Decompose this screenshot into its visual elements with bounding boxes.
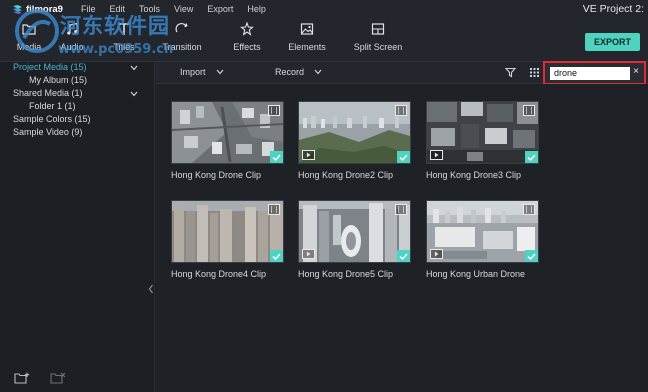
menu-edit[interactable]: Edit [109,4,125,14]
image-icon [300,23,314,35]
menu-help[interactable]: Help [247,4,266,14]
record-dropdown[interactable]: Record [275,67,322,77]
clip-label: Hong Kong Drone3 Clip [426,170,522,180]
text-t-icon [119,23,129,35]
clip-thumbnail[interactable] [298,200,411,263]
tab-elements-label: Elements [288,42,326,52]
video-clip-icon [523,105,535,116]
record-label: Record [275,67,305,77]
menu-file[interactable]: File [81,4,96,14]
menu-bar: File Edit Tools View Export Help [81,4,280,14]
chevron-down-icon [314,69,322,75]
urban-skyline-thumbnail [427,201,538,262]
tab-transition-label: Transition [162,42,202,52]
video-clip-icon [268,204,280,215]
used-checkmark-icon [525,151,538,163]
play-icon [430,150,443,160]
tab-split-screen-label: Split Screen [353,42,403,52]
search-box: × [543,61,646,85]
clip-label: Hong Kong Drone Clip [171,170,262,180]
sidebar-item-folder-1[interactable]: Folder 1 (1) [29,101,76,111]
media-clip[interactable]: Hong Kong Drone Clip [171,101,284,180]
tab-elements[interactable]: Elements [272,22,342,52]
import-label: Import [180,67,206,77]
clip-thumbnail[interactable] [171,200,284,263]
project-title: VE Project 2: [582,3,644,15]
clip-label: Hong Kong Drone4 Clip [171,269,267,279]
dense-city-thumbnail [172,201,283,262]
new-folder-icon [14,372,30,384]
collapse-panel-icon[interactable] [148,284,154,294]
used-checkmark-icon [397,250,410,262]
clip-label: Hong Kong Drone2 Clip [298,170,394,180]
clip-thumbnail[interactable] [298,101,411,164]
export-button[interactable]: EXPORT [585,33,640,51]
music-note-icon [67,22,78,35]
app-logo: filmora9 [12,4,63,15]
chevron-down-icon [216,69,223,75]
used-checkmark-icon [270,151,283,163]
filmora-logo-icon [13,4,22,14]
new-folder-button[interactable] [14,372,30,387]
menu-tools[interactable]: Tools [139,4,160,14]
sidebar-footer [14,372,86,387]
play-icon [302,249,315,259]
video-clip-icon [523,204,535,215]
tab-transition[interactable]: Transition [147,22,217,52]
folder-icon [22,24,36,35]
used-checkmark-icon [397,151,410,163]
menu-export[interactable]: Export [207,4,233,14]
clear-search-button[interactable]: × [633,66,639,77]
delete-folder-button[interactable] [50,372,66,387]
import-dropdown[interactable]: Import [180,67,224,77]
media-clip[interactable]: Hong Kong Drone5 Clip [298,200,411,279]
clip-thumbnail[interactable] [426,101,539,164]
sidebar-item-sample-colors[interactable]: Sample Colors (15) [13,114,91,124]
chevron-down-icon[interactable] [130,91,138,97]
clip-thumbnail[interactable] [426,200,539,263]
media-library-sidebar: Project Media (15) My Album (15) Shared … [0,62,155,392]
media-grid: Hong Kong Drone Clip Hong Kong Drone2 Cl… [155,84,648,392]
city-rooftops-thumbnail [427,102,538,163]
used-checkmark-icon [525,250,538,262]
hillside-city-thumbnail [299,102,410,163]
tab-split-screen[interactable]: Split Screen [343,22,413,52]
media-clip[interactable]: Hong Kong Urban Drone [426,200,539,279]
media-clip[interactable]: Hong Kong Drone4 Clip [171,200,284,279]
aerial-city-thumbnail [172,102,283,163]
effects-icon [240,22,254,36]
chevron-down-icon[interactable] [130,65,138,71]
menu-view[interactable]: View [174,4,193,14]
clip-label: Hong Kong Drone5 Clip [298,269,394,279]
transition-icon [175,23,188,33]
sidebar-item-project-media[interactable]: Project Media (15) [13,62,87,72]
media-clip[interactable]: Hong Kong Drone3 Clip [426,101,539,180]
clip-label: Hong Kong Urban Drone [426,269,526,279]
video-clip-icon [395,204,407,215]
split-screen-icon [371,23,385,35]
tab-titles-label: Titles [113,42,135,52]
grid-view-icon[interactable] [529,67,540,78]
delete-folder-icon [50,372,66,384]
play-icon [430,249,443,259]
media-clip[interactable]: Hong Kong Drone2 Clip [298,101,411,180]
sidebar-item-sample-video[interactable]: Sample Video (9) [13,127,82,137]
video-clip-icon [395,105,407,116]
app-name: filmora9 [26,3,63,15]
used-checkmark-icon [270,250,283,262]
filter-icon[interactable] [505,67,516,78]
sidebar-item-shared-media[interactable]: Shared Media (1) [13,88,83,98]
clip-thumbnail[interactable] [171,101,284,164]
sidebar-item-my-album[interactable]: My Album (15) [29,75,87,85]
search-input[interactable] [550,67,630,80]
tab-audio-label: Audio [60,42,84,52]
towers-thumbnail [299,201,410,262]
title-bar: filmora9 File Edit Tools View Export Hel… [0,0,648,18]
play-icon [302,150,315,160]
tab-effects-label: Effects [233,42,261,52]
video-clip-icon [268,105,280,116]
main-toolbar: Media Audio Titles Transition Effects El… [0,18,648,62]
